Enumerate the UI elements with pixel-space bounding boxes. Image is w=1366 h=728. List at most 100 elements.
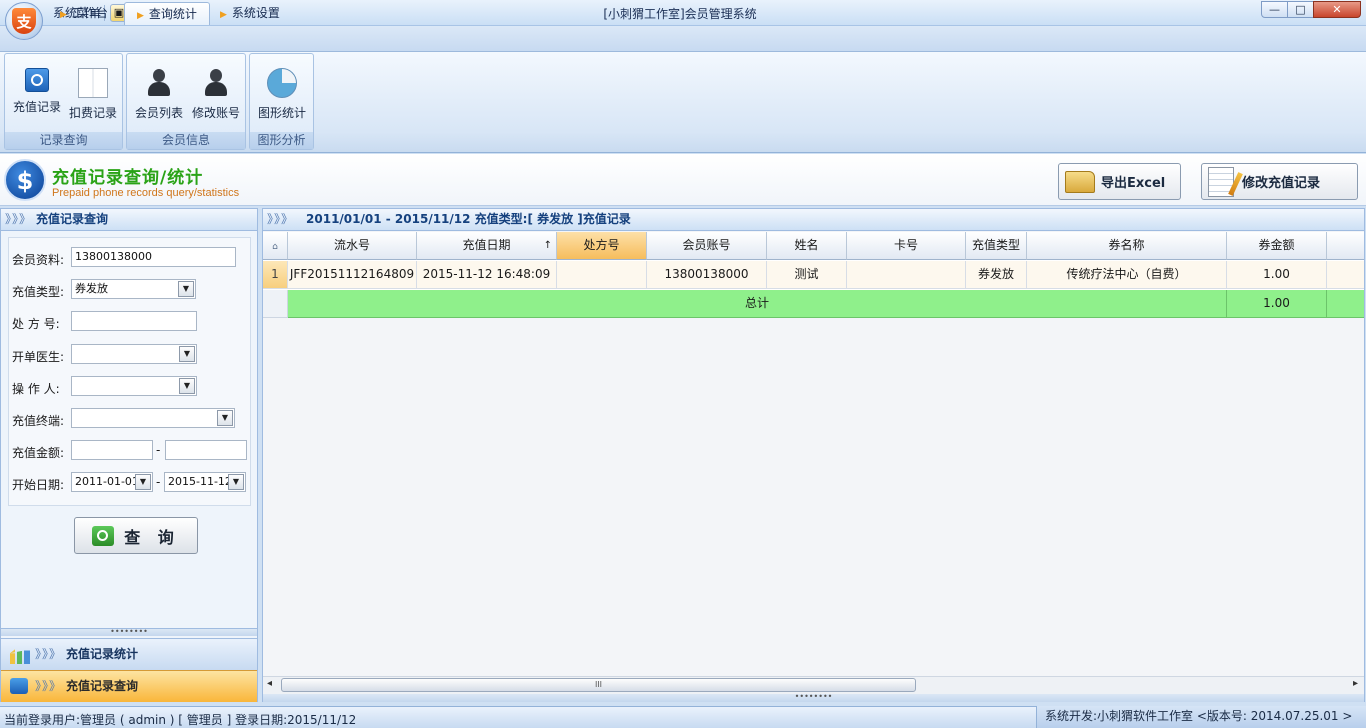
terminal-select[interactable]: ▼ (71, 408, 235, 428)
search-icon (10, 678, 28, 694)
terminal-label: 充值终端: (12, 414, 65, 428)
search-icon (92, 525, 115, 546)
row-header-corner[interactable]: ⌂ (263, 232, 288, 260)
doctor-select[interactable]: ▼ (71, 344, 197, 364)
column-header[interactable]: 充值日期 ↑ (417, 232, 557, 260)
nav-recharge-stats[interactable]: 》》》 充值记录统计 (1, 638, 257, 670)
date-label: 开始日期: (12, 478, 65, 492)
amount-max-input[interactable] (165, 440, 247, 460)
ribbon-group-graph-analysis: 图形统计 图形分析 (249, 53, 314, 150)
dropdown-icon[interactable]: ▼ (217, 410, 233, 426)
maximize-button[interactable]: □ (1287, 1, 1314, 18)
shield-icon: 支 (12, 8, 36, 34)
user-icon (201, 68, 231, 98)
end-date-picker[interactable]: 2015-11-12 ▼ (164, 472, 246, 492)
chevron-right-icon[interactable]: ▸ (1353, 678, 1358, 689)
table-cell[interactable]: 测试 (767, 261, 847, 289)
records-table: ⌂ 流水号 充值日期 ↑ 处方号 会员账号 姓名 卡号 充值类型 券名称 券金额 … (263, 232, 1364, 318)
page-title: 充值记录查询/统计 (52, 168, 204, 188)
window-title: [小刺猬工作室]会员管理系统 (603, 7, 757, 21)
dropdown-icon[interactable]: ▼ (179, 346, 195, 362)
column-header[interactable]: 会员账号 (647, 232, 767, 260)
row-index[interactable]: 1 (263, 261, 288, 289)
column-header[interactable]: 流水号 (288, 232, 417, 260)
grid-splitter[interactable]: •••••••• (263, 693, 1364, 702)
nav-label: 充值记录统计 (66, 647, 139, 661)
recharge-records-button[interactable]: 充值记录 (8, 64, 66, 124)
user-icon (144, 68, 174, 98)
scrollbar-thumb[interactable]: III (281, 678, 916, 692)
dropdown-icon[interactable]: ▼ (228, 474, 244, 490)
ribbon-tab-bar (0, 26, 1366, 51)
deduction-records-button[interactable]: 扣费记录 (64, 64, 122, 124)
table-cell[interactable]: JFF20151112164809 (288, 261, 417, 289)
column-header[interactable]: 券名称 (1027, 232, 1227, 260)
table-cell[interactable]: 券发放 (966, 261, 1027, 289)
dropdown-icon[interactable]: ▼ (135, 474, 151, 490)
column-header[interactable]: 处方号 (557, 232, 647, 260)
amount-min-input[interactable] (71, 440, 153, 460)
column-header[interactable]: 券金额 (1227, 232, 1327, 260)
operator-select[interactable]: ▼ (71, 376, 197, 396)
table-cell[interactable]: 传统疗法中心（自费） (1027, 261, 1227, 289)
chevron-icon: 》》》 (35, 679, 63, 693)
chevron-icon: 》》》 (35, 647, 63, 661)
panel-splitter[interactable]: •••••••• (1, 628, 257, 636)
sort-arrow-icon: ↑ (543, 240, 552, 251)
notepad-icon (1208, 166, 1234, 197)
dropdown-icon[interactable]: ▼ (178, 281, 194, 297)
button-label: 修改充值记录 (1242, 176, 1321, 191)
member-list-button[interactable]: 会员列表 (130, 64, 188, 124)
operator-label: 操 作 人: (12, 382, 60, 396)
tab-query-stats[interactable]: ▶ 查询统计 (124, 2, 210, 25)
bar-chart-icon (10, 647, 30, 664)
chevron-icon: 》》》 (5, 212, 33, 226)
close-button[interactable]: ✕ (1313, 1, 1361, 18)
table-cell[interactable]: 13800138000 (647, 261, 767, 289)
button-label: 扣费记录 (68, 106, 117, 120)
grid-title-text: 2011/01/01 - 2015/11/12 充值类型:[ 券发放 ]充值记录 (306, 212, 631, 226)
prescription-input[interactable] (71, 311, 197, 331)
start-date-picker[interactable]: 2011-01-01 ▼ (71, 472, 153, 492)
tab-label: 查询统计 (148, 7, 197, 21)
tab-system-settings[interactable]: ▶ 系统设置 (208, 2, 292, 25)
dropdown-icon[interactable]: ▼ (179, 378, 195, 394)
minimize-button[interactable]: — (1261, 1, 1288, 18)
tab-label: 系统设置 (231, 6, 280, 20)
column-header[interactable]: 充值类型 (966, 232, 1027, 260)
chevron-left-icon[interactable]: ◂ (267, 678, 272, 689)
export-excel-button[interactable]: 导出Excel (1058, 163, 1181, 200)
summary-value: 1.00 (1227, 290, 1327, 318)
nav-recharge-query[interactable]: 》》》 充值记录查询 (1, 670, 257, 702)
range-separator: - (156, 443, 161, 457)
summary-filler (1327, 290, 1364, 318)
type-select[interactable]: 券发放 ▼ (71, 279, 196, 299)
ribbon-group-record-query: 充值记录 扣费记录 记录查询 (4, 53, 123, 150)
prescription-label: 处 方 号: (12, 317, 60, 331)
table-cell[interactable]: 1.00 (1227, 261, 1327, 289)
column-label: 充值日期 (462, 238, 511, 252)
member-input[interactable]: 13800138000 (71, 247, 236, 267)
amount-label: 充值金额: (12, 446, 65, 460)
graph-stats-button[interactable]: 图形统计 (253, 64, 311, 124)
table-cell[interactable] (847, 261, 966, 289)
tab-workbench[interactable]: ▶ 工作台 (48, 2, 120, 25)
column-header[interactable]: 姓名 (767, 232, 847, 260)
arrow-right-icon: ▶ (220, 10, 227, 20)
app-logo-button[interactable]: 支 (5, 2, 43, 40)
modify-recharge-button[interactable]: 修改充值记录 (1201, 163, 1358, 200)
query-panel-header: 》》》 充值记录查询 (1, 209, 257, 231)
column-header[interactable]: 卡号 (847, 232, 966, 260)
query-button[interactable]: 查 询 (74, 517, 198, 554)
grid-title: 》》》 2011/01/01 - 2015/11/12 充值类型:[ 券发放 ]充… (262, 208, 1365, 231)
edit-account-button[interactable]: 修改账号 (187, 64, 245, 124)
table-cell[interactable]: 2015-11-12 16:48:09 (417, 261, 557, 289)
pie-chart-icon (267, 68, 297, 98)
doctor-label: 开单医生: (12, 350, 65, 364)
ribbon-group-member-info: 会员列表 修改账号 会员信息 (126, 53, 246, 150)
query-form (8, 237, 251, 506)
table-cell[interactable] (557, 261, 647, 289)
search-icon (25, 68, 49, 92)
nav-label: 充值记录查询 (66, 679, 139, 693)
summary-label: 总计 (288, 290, 1227, 318)
